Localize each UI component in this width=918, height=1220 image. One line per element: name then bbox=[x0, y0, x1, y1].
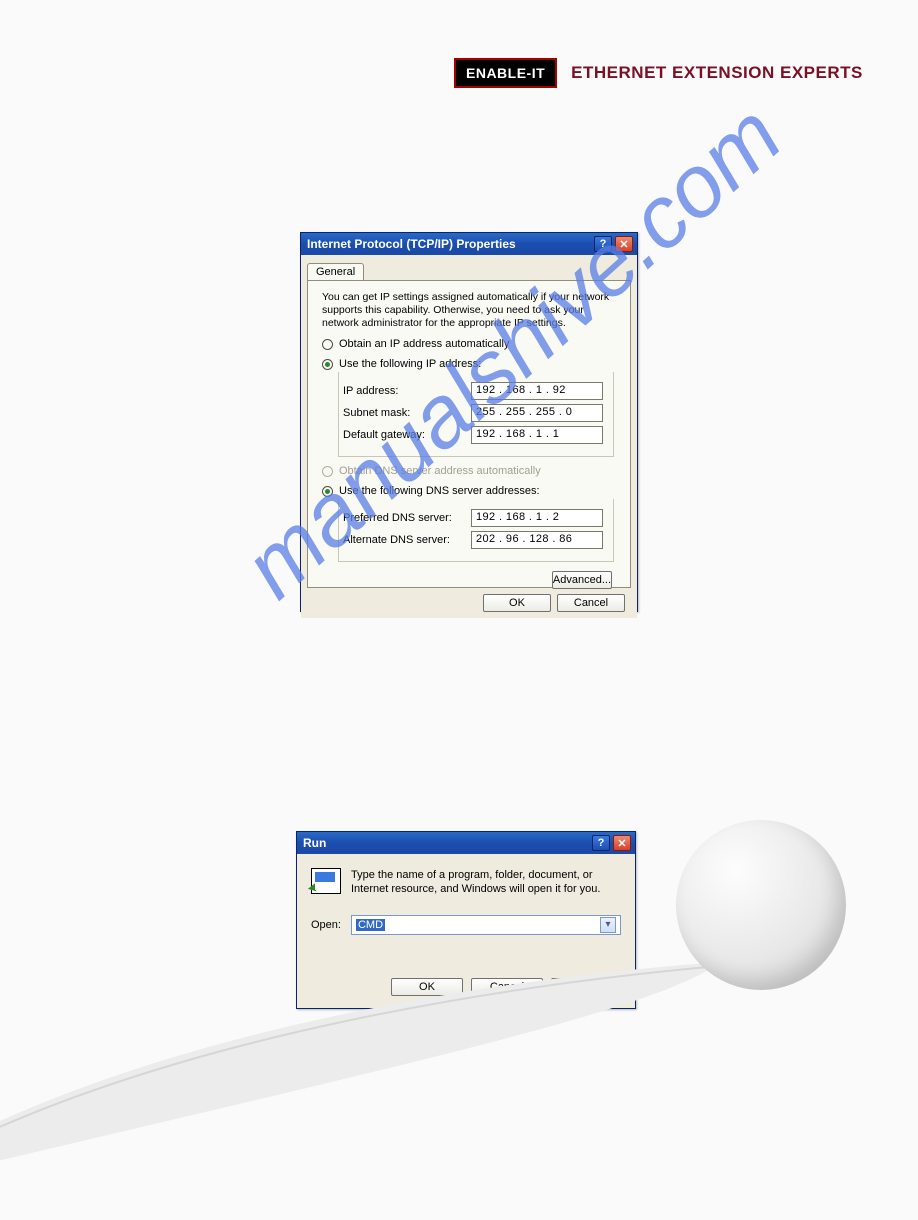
radio-use-following-ip[interactable]: Use the following IP address: bbox=[322, 358, 616, 370]
alternate-dns-input[interactable]: 202 . 96 . 128 . 86 bbox=[471, 531, 603, 549]
decorative-sphere bbox=[676, 820, 846, 990]
radio-label: Use the following DNS server addresses: bbox=[339, 485, 540, 497]
preferred-dns-input[interactable]: 192 . 168 . 1 . 2 bbox=[471, 509, 603, 527]
ip-group: IP address: 192 . 168 . 1 . 92 Subnet ma… bbox=[338, 372, 614, 457]
default-gateway-input[interactable]: 192 . 168 . 1 . 1 bbox=[471, 426, 603, 444]
radio-icon-disabled bbox=[322, 466, 333, 477]
tcpip-properties-dialog: Internet Protocol (TCP/IP) Properties ? … bbox=[300, 232, 638, 612]
ip-address-input[interactable]: 192 . 168 . 1 . 92 bbox=[471, 382, 603, 400]
cancel-button[interactable]: Cancel bbox=[471, 978, 543, 996]
close-button[interactable]: ✕ bbox=[613, 835, 631, 851]
chevron-down-icon[interactable]: ▾ bbox=[600, 917, 616, 933]
radio-label: Use the following IP address: bbox=[339, 358, 481, 370]
browse-button[interactable]: Browse... bbox=[551, 978, 623, 996]
titlebar-buttons: ? ✕ bbox=[592, 835, 631, 851]
radio-icon bbox=[322, 339, 333, 350]
default-gateway-label: Default gateway: bbox=[343, 429, 425, 441]
help-button[interactable]: ? bbox=[592, 835, 610, 851]
subnet-mask-label: Subnet mask: bbox=[343, 407, 410, 419]
titlebar: Internet Protocol (TCP/IP) Properties ? … bbox=[301, 233, 637, 255]
radio-icon-selected bbox=[322, 486, 333, 497]
ip-address-label: IP address: bbox=[343, 385, 398, 397]
alternate-dns-label: Alternate DNS server: bbox=[343, 534, 450, 546]
preferred-dns-label: Preferred DNS server: bbox=[343, 512, 452, 524]
dns-group: Preferred DNS server: 192 . 168 . 1 . 2 … bbox=[338, 499, 614, 562]
tab-strip: General bbox=[307, 261, 631, 280]
open-value: CMD bbox=[356, 919, 385, 931]
open-label: Open: bbox=[311, 919, 341, 931]
run-icon bbox=[311, 868, 341, 894]
cancel-button[interactable]: Cancel bbox=[557, 594, 625, 612]
advanced-button[interactable]: Advanced... bbox=[552, 571, 612, 589]
radio-obtain-ip-auto[interactable]: Obtain an IP address automatically bbox=[322, 338, 616, 350]
tagline: ETHERNET EXTENSION EXPERTS bbox=[571, 63, 863, 83]
titlebar-buttons: ? ✕ bbox=[594, 236, 633, 252]
help-button[interactable]: ? bbox=[594, 236, 612, 252]
radio-icon-selected bbox=[322, 359, 333, 370]
ok-button[interactable]: OK bbox=[391, 978, 463, 996]
dialog-title: Internet Protocol (TCP/IP) Properties bbox=[307, 237, 516, 251]
run-dialog: Run ? ✕ Type the name of a program, fold… bbox=[296, 831, 636, 1009]
run-description: Type the name of a program, folder, docu… bbox=[351, 868, 621, 897]
dialog-title: Run bbox=[303, 836, 326, 850]
titlebar: Run ? ✕ bbox=[297, 832, 635, 854]
radio-label-disabled: Obtain DNS server address automatically bbox=[339, 465, 541, 477]
ok-button[interactable]: OK bbox=[483, 594, 551, 612]
description-text: You can get IP settings assigned automat… bbox=[322, 291, 616, 330]
subnet-mask-input[interactable]: 255 . 255 . 255 . 0 bbox=[471, 404, 603, 422]
radio-obtain-dns-auto: Obtain DNS server address automatically bbox=[322, 465, 616, 477]
radio-label: Obtain an IP address automatically bbox=[339, 338, 509, 350]
close-button[interactable]: ✕ bbox=[615, 236, 633, 252]
radio-use-following-dns[interactable]: Use the following DNS server addresses: bbox=[322, 485, 616, 497]
logo-badge: ENABLE-IT bbox=[454, 58, 557, 88]
page-header: ENABLE-IT ETHERNET EXTENSION EXPERTS bbox=[454, 58, 863, 88]
open-combobox[interactable]: CMD ▾ bbox=[351, 915, 621, 935]
tab-general[interactable]: General bbox=[307, 263, 364, 280]
